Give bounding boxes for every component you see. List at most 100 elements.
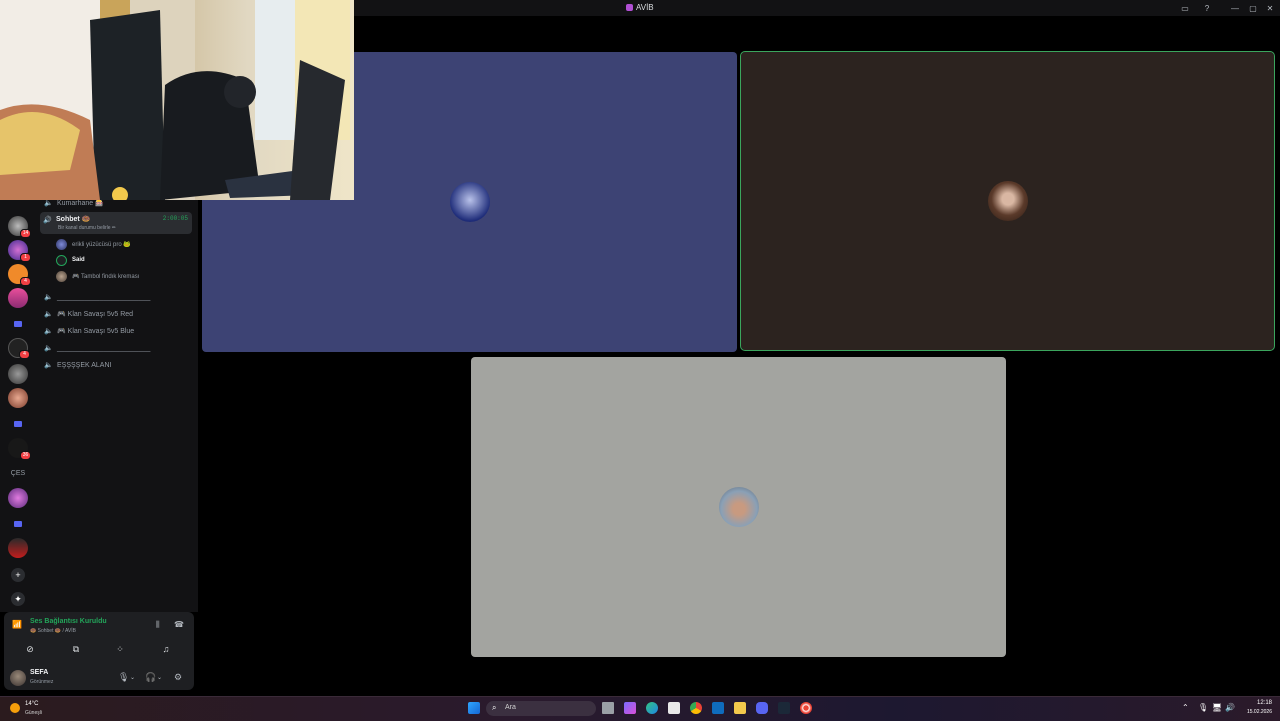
voice-channel[interactable]: 🔈 🎮 Klan Savaşı 5v5 Red — [44, 307, 133, 321]
settings-icon[interactable]: ⚙ — [174, 672, 182, 683]
server-logo-icon — [626, 4, 633, 11]
chevron-down-icon[interactable]: ⌄ — [157, 674, 162, 681]
network-icon[interactable]: 🖥 — [1212, 703, 1222, 712]
server-rail: 14 1 4 4 36 ÇES + ✦ — [0, 200, 36, 612]
speaker-icon: 🔈 — [44, 311, 53, 318]
task-view-icon[interactable] — [602, 702, 614, 714]
voice-channel[interactable]: 🔈 EŞŞŞŞEK ALANI — [44, 358, 111, 372]
server-icon[interactable]: 4 — [8, 338, 30, 359]
camera-off-button[interactable]: ⊘ — [10, 642, 50, 656]
server-folder-icon[interactable] — [8, 514, 28, 534]
avatar — [988, 181, 1028, 221]
discord-icon[interactable] — [756, 702, 768, 714]
screen-share-button[interactable]: ⧉ — [56, 642, 96, 656]
riot-client-icon[interactable] — [800, 702, 812, 714]
clock-date[interactable]: 15.02.2026 — [1238, 709, 1272, 715]
call-timer: 2:00:05 — [162, 215, 188, 222]
speaker-icon: 🔈 — [44, 362, 53, 369]
activities-button[interactable]: ⁘ — [100, 642, 140, 656]
channel-status[interactable]: Bir kanal durumu belirle ✏ — [58, 225, 116, 231]
voice-status[interactable]: Ses Bağlantısı Kuruldu — [30, 618, 107, 625]
disconnect-icon[interactable]: ☎ — [174, 620, 184, 629]
speaker-icon: 🔈 — [44, 328, 53, 335]
voice-location[interactable]: 🍩 Sohbet 🍩 / AVİB — [30, 628, 76, 634]
chrome-icon[interactable] — [690, 702, 702, 714]
search-input[interactable]: ⌕ Ara — [486, 701, 596, 716]
avatar — [450, 182, 490, 222]
weather-desc: Güneşli — [25, 710, 42, 716]
inbox-icon[interactable]: ▭ — [1180, 3, 1190, 13]
microphone-icon[interactable]: 🎙 — [1198, 703, 1208, 712]
user-name[interactable]: SEFA — [30, 669, 48, 676]
voice-channel[interactable]: 🔈 🎮 Klan Savaşı 5v5 Blue — [44, 324, 134, 338]
chevron-up-icon[interactable]: ⌃ — [1182, 703, 1189, 712]
speaker-icon: 🔈 — [44, 294, 53, 301]
window-title: AVİB — [626, 3, 654, 12]
discover-icon[interactable]: ✦ — [11, 592, 25, 606]
minimize-icon[interactable]: — — [1230, 3, 1240, 13]
start-icon[interactable] — [468, 702, 480, 714]
weather-temp[interactable]: 14°C — [25, 701, 38, 707]
voice-channel[interactable]: 🔈 ________________________ — [44, 341, 150, 355]
unread-badge: 4 — [20, 277, 31, 286]
voice-member[interactable]: 🎮 Tambol findık kreması — [56, 270, 139, 282]
user-status: Görünmez — [30, 679, 54, 685]
avatar — [56, 238, 67, 250]
help-icon[interactable]: ? — [1202, 3, 1212, 13]
avatar — [719, 487, 759, 527]
channel-list: 🔈 Kumarhane 🎰 🔊 Sohbet 🍩 Bir kanal durum… — [36, 196, 198, 612]
server-icon[interactable]: 36 — [8, 438, 31, 460]
server-text-item[interactable]: ÇES — [5, 470, 31, 477]
maximize-icon[interactable]: ▢ — [1248, 3, 1258, 13]
server-icon[interactable] — [8, 288, 28, 308]
avatar[interactable] — [10, 670, 26, 686]
volume-icon[interactable]: 🔊 — [1225, 703, 1235, 712]
avatar — [56, 270, 67, 282]
server-folder-icon[interactable] — [8, 314, 28, 334]
speaker-icon: 🔈 — [44, 345, 53, 352]
weather-sun-icon[interactable] — [10, 703, 20, 713]
taskbar: 14°C Güneşli ⌕ Ara ⌃ 🎙 🖥 🔊 12:18 15.02.2… — [0, 696, 1280, 721]
server-icon[interactable] — [8, 538, 28, 558]
webcam-image — [0, 0, 350, 200]
voice-connection-panel: 📶 Ses Bağlantısı Kuruldu 🍩 Sohbet 🍩 / AV… — [4, 612, 194, 664]
close-icon[interactable]: ✕ — [1265, 3, 1275, 13]
steam-icon[interactable] — [778, 702, 790, 714]
voice-member[interactable]: erikli yüzücüsü pro 🐸 — [56, 238, 131, 250]
unread-badge: 1 — [20, 253, 31, 262]
headphones-icon[interactable]: 🎧 — [145, 672, 156, 683]
voice-channel-active[interactable]: 🔊 Sohbet 🍩 Bir kanal durumu belirle ✏ 2:… — [40, 212, 192, 234]
store-icon[interactable] — [668, 702, 680, 714]
unread-badge: 4 — [19, 350, 30, 359]
copilot-icon[interactable] — [624, 702, 636, 714]
video-tile[interactable] — [471, 357, 1006, 657]
unread-badge: 14 — [20, 229, 31, 238]
voice-member[interactable]: Said — [56, 254, 85, 266]
user-area: SEFA Görünmez 🎙 ⌄ 🎧 ⌄ ⚙ — [4, 664, 194, 690]
camera-preview[interactable] — [0, 0, 354, 200]
speaker-icon: 🔊 — [43, 217, 52, 224]
search-icon: ⌕ — [492, 703, 497, 712]
server-icon[interactable]: 1 — [8, 240, 31, 262]
clock-time[interactable]: 12:18 — [1250, 700, 1272, 706]
file-explorer-icon[interactable] — [734, 702, 746, 714]
add-server-icon[interactable]: + — [11, 568, 25, 582]
unread-badge: 36 — [20, 451, 31, 460]
server-icon[interactable]: 14 — [8, 216, 31, 238]
server-icon[interactable] — [8, 388, 28, 408]
edge-icon[interactable] — [646, 702, 658, 714]
outlook-icon[interactable] — [712, 702, 724, 714]
microphone-icon[interactable]: 🎙 — [118, 672, 129, 683]
server-folder-icon[interactable] — [8, 414, 28, 434]
signal-icon[interactable]: 📶 — [12, 620, 22, 629]
avatar — [56, 254, 67, 266]
video-tile-speaking[interactable] — [740, 51, 1275, 351]
noise-suppression-icon[interactable]: ⫼ — [156, 620, 160, 630]
chevron-down-icon[interactable]: ⌄ — [130, 674, 135, 681]
voice-channel[interactable]: 🔈 ________________________ — [44, 290, 150, 304]
server-icon[interactable] — [8, 488, 28, 508]
soundboard-button[interactable]: ♫ — [146, 642, 186, 656]
server-icon[interactable]: 4 — [8, 264, 31, 286]
speaker-icon: 🔈 — [44, 200, 53, 207]
server-icon[interactable] — [8, 364, 28, 384]
